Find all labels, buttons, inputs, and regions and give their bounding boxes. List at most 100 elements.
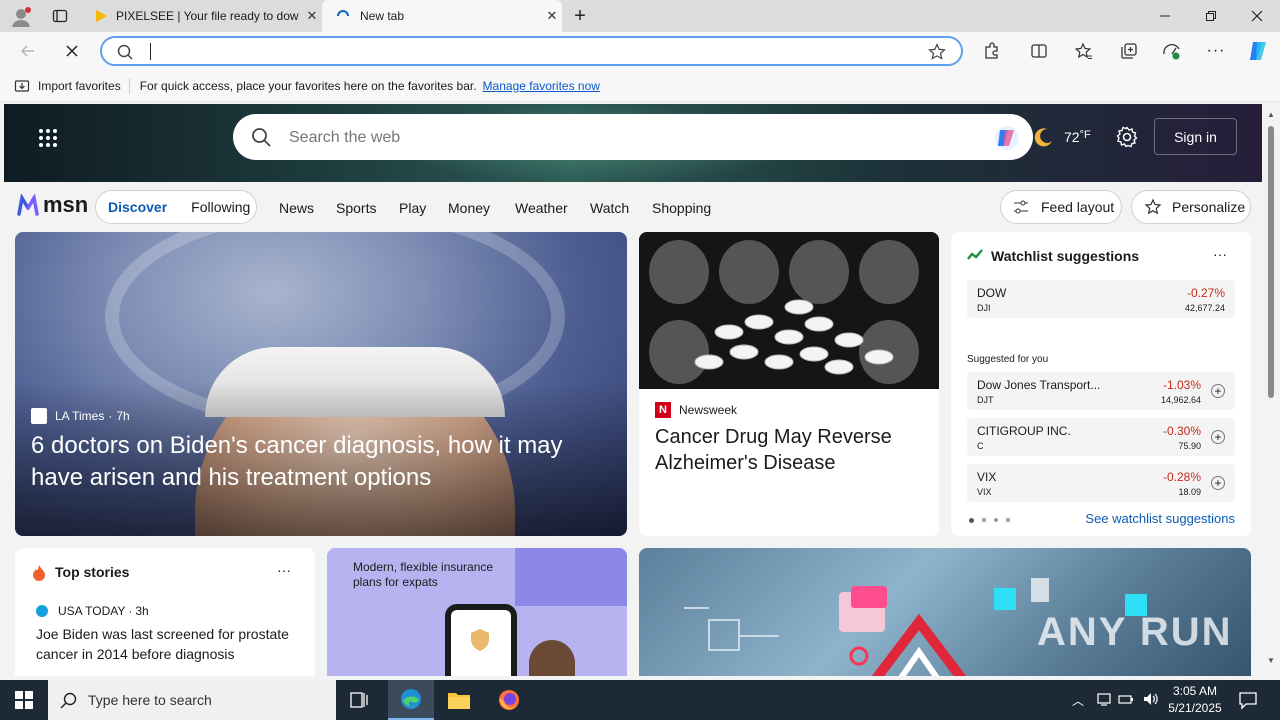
stock-change: -0.27%	[1186, 286, 1225, 300]
carousel-dots[interactable]	[969, 518, 1010, 523]
nav-money[interactable]: Money	[448, 200, 490, 216]
watchlist-card: Watchlist suggestions ··· DOW DJI -0.27%…	[951, 232, 1251, 536]
collections-icon[interactable]	[1118, 40, 1140, 62]
personalize-icon	[1144, 198, 1162, 216]
volume-icon[interactable]	[1142, 691, 1160, 707]
battery-icon[interactable]	[1118, 691, 1134, 707]
stock-price: 18.09	[1178, 487, 1201, 497]
tab-following[interactable]: Following	[191, 199, 250, 215]
stock-row-dow[interactable]: DOW DJI -0.27% 42,677.24	[967, 280, 1235, 318]
minimize-icon[interactable]	[1142, 0, 1188, 32]
favorite-star-icon[interactable]	[928, 43, 946, 61]
split-screen-icon[interactable]	[1028, 40, 1050, 62]
file-explorer-icon[interactable]	[447, 689, 471, 711]
page-scrollbar[interactable]: ▲ ▼	[1262, 104, 1280, 676]
divider	[128, 77, 130, 94]
source-name: USA TODAY	[58, 604, 126, 618]
profile-icon[interactable]	[10, 6, 32, 28]
sign-in-button[interactable]: Sign in	[1154, 118, 1237, 155]
stock-symbol: DJI	[977, 303, 991, 313]
taskbar-search-input[interactable]: Type here to search	[88, 692, 212, 708]
add-stock-icon[interactable]: +	[1211, 384, 1225, 398]
more-options-icon[interactable]: ···	[1205, 40, 1227, 62]
tech-story-card[interactable]: ANY RUN	[639, 548, 1251, 676]
import-favorites-button[interactable]: Import favorites	[38, 79, 121, 93]
edge-taskbar-icon[interactable]	[388, 680, 434, 720]
loading-icon	[336, 9, 350, 23]
settings-gear-icon[interactable]	[1116, 126, 1138, 148]
new-tab-icon[interactable]: +	[570, 5, 590, 27]
scrollbar-thumb[interactable]	[1268, 126, 1274, 398]
title-bar: PIXELSEE | Your file ready to dow ✕ New …	[0, 0, 1280, 32]
tab-new-tab[interactable]: New tab ✕	[322, 0, 562, 32]
favorites-icon[interactable]	[1073, 40, 1095, 62]
feed-layout-button[interactable]: Feed layout	[1000, 190, 1122, 224]
show-hidden-icons-icon[interactable]: ︿	[1072, 692, 1084, 709]
back-icon[interactable]	[17, 40, 39, 62]
msn-search-box[interactable]: Search the web	[233, 114, 1033, 160]
copilot-icon[interactable]	[993, 124, 1021, 152]
msn-search-input[interactable]: Search the web	[289, 129, 400, 147]
restore-icon[interactable]	[1188, 0, 1234, 32]
ad-card[interactable]: Modern, flexible insurance plans for exp…	[327, 548, 627, 676]
nav-play[interactable]: Play	[399, 200, 426, 216]
nav-weather[interactable]: Weather	[515, 200, 568, 216]
nav-news[interactable]: News	[279, 200, 314, 216]
msn-logo[interactable]: msn	[16, 192, 88, 218]
watchlist-title: Watchlist suggestions	[991, 248, 1140, 264]
firefox-icon[interactable]	[497, 688, 521, 712]
main-story-card[interactable]: LA Times · 7h 6 doctors on Biden's cance…	[15, 232, 627, 536]
stock-row[interactable]: VIX VIX -0.28% 18.09 +	[967, 464, 1235, 502]
close-tab-icon[interactable]: ✕	[302, 8, 322, 24]
stock-change: -0.30%	[1162, 424, 1201, 438]
performance-icon[interactable]	[1161, 40, 1183, 62]
apps-grid-icon[interactable]	[38, 128, 58, 148]
source-name: LA Times	[55, 409, 105, 423]
main-headline[interactable]: 6 doctors on Biden's cancer diagnosis, h…	[31, 430, 601, 494]
nav-watch[interactable]: Watch	[590, 200, 629, 216]
network-icon[interactable]	[1096, 691, 1112, 707]
close-tab-icon[interactable]: ✕	[542, 8, 562, 24]
sliders-icon	[1013, 199, 1029, 215]
personalize-label: Personalize	[1172, 199, 1246, 215]
weather-temperature[interactable]: 72°F	[1064, 129, 1091, 145]
notifications-icon[interactable]	[1238, 690, 1258, 710]
flame-icon	[31, 564, 47, 582]
more-options-icon[interactable]: ···	[1213, 246, 1227, 262]
manage-favorites-link[interactable]: Manage favorites now	[483, 79, 600, 93]
windows-start-icon[interactable]	[15, 691, 33, 709]
stock-row[interactable]: CITIGROUP INC. C -0.30% 75.90 +	[967, 418, 1235, 456]
tab-discover[interactable]: Discover	[108, 199, 167, 215]
second-story-card[interactable]: N Newsweek Cancer Drug May Reverse Alzhe…	[639, 232, 939, 536]
task-view-icon[interactable]	[349, 690, 369, 710]
feed-layout-label: Feed layout	[1041, 199, 1115, 215]
see-watchlist-link[interactable]: See watchlist suggestions	[1085, 511, 1235, 526]
clock[interactable]: 3:05 AM 5/21/2025	[1164, 683, 1226, 717]
tab-actions-icon[interactable]	[52, 8, 68, 24]
newsweek-logo-icon: N	[655, 402, 671, 418]
la-times-logo-icon	[31, 408, 47, 424]
stock-row[interactable]: Dow Jones Transport... DJT -1.03% 14,962…	[967, 372, 1235, 410]
copilot-icon[interactable]	[1246, 38, 1272, 64]
stock-name: DOW	[977, 286, 1007, 300]
add-stock-icon[interactable]: +	[1211, 476, 1225, 490]
add-stock-icon[interactable]: +	[1211, 430, 1225, 444]
clock-time: 3:05 AM	[1172, 684, 1218, 698]
extensions-icon[interactable]	[980, 40, 1002, 62]
taskbar-search[interactable]: Type here to search	[48, 680, 336, 720]
stock-price: 42,677.24	[1184, 303, 1225, 313]
msn-logo-text: msn	[43, 192, 89, 217]
close-window-icon[interactable]	[1234, 0, 1280, 32]
tab-pixelsee[interactable]: PIXELSEE | Your file ready to dow ✕	[84, 0, 322, 32]
nav-sports[interactable]: Sports	[336, 200, 376, 216]
windows-taskbar: Type here to search ︿ 3:05 AM 5/21/2025	[0, 680, 1280, 720]
scroll-up-icon[interactable]: ▲	[1267, 110, 1275, 119]
stop-loading-icon[interactable]	[61, 40, 83, 62]
address-bar[interactable]	[100, 36, 963, 66]
top-story-headline[interactable]: Joe Biden was last screened for prostate…	[36, 624, 298, 664]
scroll-down-icon[interactable]: ▼	[1267, 656, 1275, 665]
personalize-button[interactable]: Personalize	[1131, 190, 1251, 224]
nav-shopping[interactable]: Shopping	[652, 200, 711, 216]
more-options-icon[interactable]: ···	[277, 562, 291, 578]
second-headline[interactable]: Cancer Drug May Reverse Alzheimer's Dise…	[655, 424, 925, 476]
